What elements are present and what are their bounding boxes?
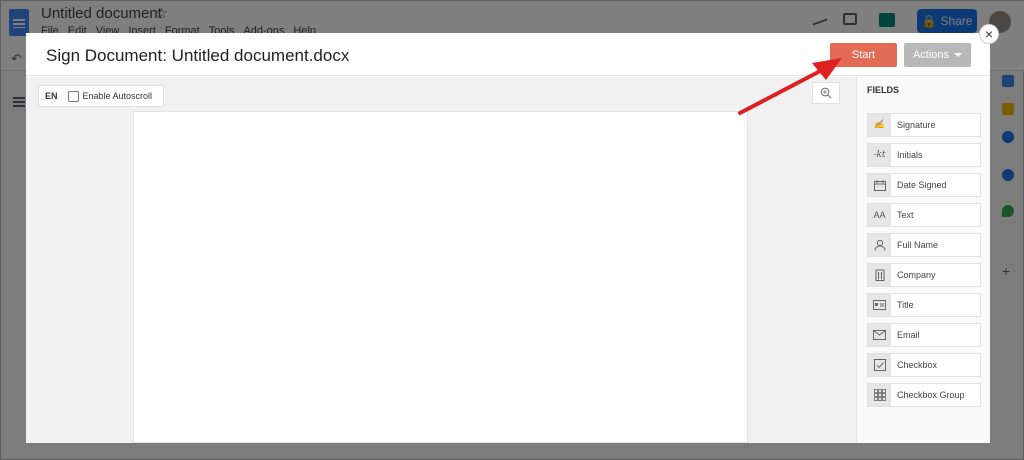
signature-icon: ✍ bbox=[868, 114, 891, 136]
field-title[interactable]: Title bbox=[867, 293, 981, 317]
autoscroll-toggle[interactable]: Enable Autoscroll bbox=[67, 90, 153, 102]
start-button[interactable]: Start bbox=[830, 43, 897, 67]
checkbox-icon bbox=[868, 354, 891, 376]
field-label: Date Signed bbox=[897, 180, 947, 190]
modal-header: Sign Document: Untitled document.docx St… bbox=[26, 33, 990, 76]
field-label: Full Name bbox=[897, 240, 939, 250]
autoscroll-checkbox[interactable] bbox=[67, 90, 79, 102]
building-icon bbox=[868, 264, 891, 286]
document-toolbar: EN Enable Autoscroll bbox=[38, 85, 164, 107]
field-label: Title bbox=[897, 300, 914, 310]
grid-dots-icon bbox=[868, 384, 891, 406]
fields-panel: FIELDS ✍ Signature -kt Initials Date Sig… bbox=[856, 77, 990, 443]
field-checkbox-group[interactable]: Checkbox Group bbox=[867, 383, 981, 407]
id-card-icon bbox=[868, 294, 891, 316]
field-email[interactable]: Email bbox=[867, 323, 981, 347]
initials-icon: -kt bbox=[868, 144, 891, 166]
person-icon bbox=[868, 234, 891, 256]
field-text[interactable]: AA Text bbox=[867, 203, 981, 227]
field-list: ✍ Signature -kt Initials Date Signed AA … bbox=[867, 113, 981, 413]
close-icon: × bbox=[984, 26, 994, 42]
field-checkbox[interactable]: Checkbox bbox=[867, 353, 981, 377]
zoom-button[interactable] bbox=[812, 82, 840, 104]
field-label: Checkbox bbox=[897, 360, 938, 370]
field-label: Checkbox Group bbox=[897, 390, 965, 400]
text-icon: AA bbox=[868, 204, 891, 226]
language-selector[interactable]: EN bbox=[45, 91, 58, 101]
field-label: Email bbox=[897, 330, 920, 340]
sign-document-modal: Sign Document: Untitled document.docx St… bbox=[26, 33, 990, 443]
actions-label: Actions bbox=[912, 49, 950, 61]
field-date-signed[interactable]: Date Signed bbox=[867, 173, 981, 197]
field-full-name[interactable]: Full Name bbox=[867, 233, 981, 257]
zoom-in-icon bbox=[820, 87, 832, 99]
envelope-icon bbox=[868, 324, 891, 346]
document-page[interactable] bbox=[133, 111, 748, 443]
calendar-icon bbox=[868, 174, 891, 196]
autoscroll-label: Enable Autoscroll bbox=[82, 91, 153, 101]
field-company[interactable]: Company bbox=[867, 263, 981, 287]
close-button[interactable]: × bbox=[979, 24, 999, 44]
field-initials[interactable]: -kt Initials bbox=[867, 143, 981, 167]
field-label: Company bbox=[897, 270, 936, 280]
field-label: Text bbox=[897, 210, 914, 220]
field-label: Signature bbox=[897, 120, 936, 130]
fields-heading: FIELDS bbox=[867, 85, 900, 95]
actions-button[interactable]: Actions bbox=[904, 43, 971, 67]
field-signature[interactable]: ✍ Signature bbox=[867, 113, 981, 137]
modal-title: Sign Document: Untitled document.docx bbox=[46, 46, 350, 65]
field-label: Initials bbox=[897, 150, 923, 160]
chevron-down-icon bbox=[954, 53, 963, 57]
document-area: EN Enable Autoscroll bbox=[26, 77, 856, 443]
